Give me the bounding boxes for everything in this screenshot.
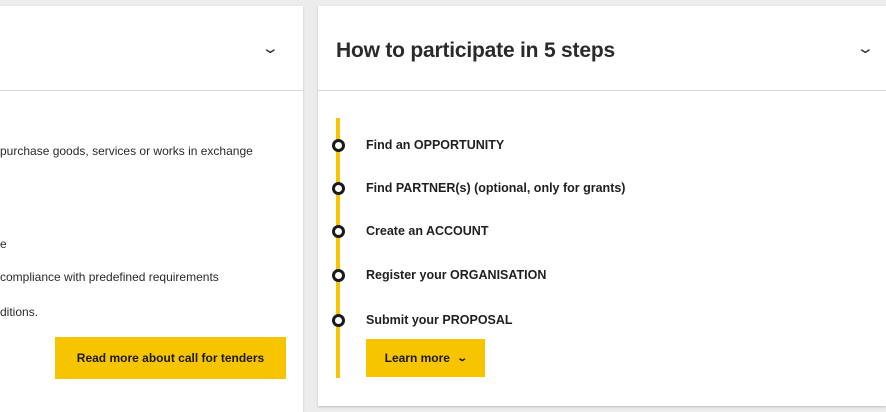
step-2-label: Find PARTNER(s) (optional, only for gran… [366,181,626,195]
step-5-label: Submit your PROPOSAL [366,313,513,327]
step-1-label: Find an OPPORTUNITY [366,138,505,152]
chevron-down-icon: ⌄ [456,352,469,364]
timeline-line [336,118,340,378]
left-text-line-2: e [0,237,7,251]
step-4-label: Register your ORGANISATION [366,268,547,282]
right-panel-header[interactable]: How to participate in 5 steps ⌄ [318,6,886,91]
panel-title: How to participate in 5 steps [336,39,615,62]
learn-more-button[interactable]: Learn more ⌄ [366,339,485,377]
step-marker-icon [332,139,345,152]
read-more-tenders-button[interactable]: Read more about call for tenders [55,337,286,379]
step-marker-icon [332,314,345,327]
left-text-line-4: ditions. [0,305,39,319]
chevron-down-icon[interactable]: ⌄ [856,39,875,57]
learn-more-label: Learn more [384,351,450,365]
chevron-down-icon[interactable]: ⌄ [261,39,280,57]
step-3-label: Create an ACCOUNT [366,224,489,238]
step-marker-icon [332,225,345,238]
step-marker-icon [332,269,345,282]
step-marker-icon [332,182,345,195]
left-panel-header[interactable]: ⌄ [0,6,303,91]
left-text-line-1: purchase goods, services or works in exc… [0,144,253,158]
left-text-line-3: compliance with predefined requirements [0,270,219,284]
